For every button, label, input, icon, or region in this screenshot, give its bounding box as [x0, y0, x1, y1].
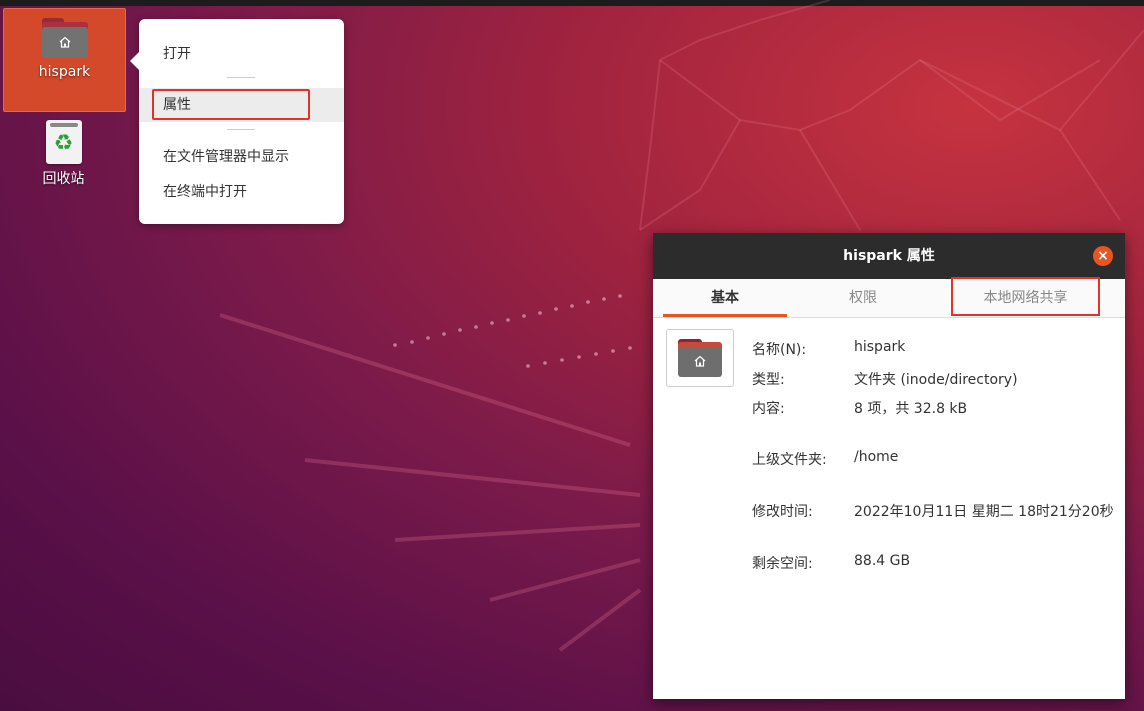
annotation-highlight-network-share: [951, 277, 1100, 316]
context-menu: 打开 属性 在文件管理器中显示 在终端中打开: [130, 19, 344, 224]
modified-value: 2022年10月11日 星期二 18时21分20秒: [854, 504, 1114, 520]
parent-folder-label: 上级文件夹:: [752, 452, 827, 468]
free-space-label: 剩余空间:: [752, 556, 813, 572]
trash-icon: ♻: [45, 120, 82, 164]
window-title: hispark 属性: [653, 233, 1125, 279]
type-label: 类型:: [752, 372, 785, 388]
menu-item-open[interactable]: 打开: [139, 37, 344, 71]
menu-separator: [227, 77, 255, 78]
tab-basic[interactable]: 基本: [663, 279, 787, 317]
properties-window: hispark 属性 × 基本 权限 本地网络共享 名称(N): hispark…: [653, 233, 1125, 699]
home-folder-icon: [41, 18, 88, 58]
home-icon: [59, 36, 70, 48]
contents-value: 8 项，共 32.8 kB: [854, 401, 968, 417]
parent-folder-value: /home: [854, 449, 899, 465]
menu-item-open-in-terminal[interactable]: 在终端中打开: [139, 175, 344, 209]
desktop-icon-hispark[interactable]: hispark: [3, 8, 126, 112]
tab-permissions[interactable]: 权限: [801, 279, 925, 317]
desktop-icon-label: hispark: [38, 64, 91, 80]
desktop-icon-trash[interactable]: ♻ 回收站: [3, 120, 124, 188]
modified-label: 修改时间:: [752, 504, 813, 520]
type-value: 文件夹 (inode/directory): [854, 372, 1018, 388]
folder-preview-icon[interactable]: [666, 329, 734, 387]
close-icon[interactable]: ×: [1093, 246, 1113, 266]
free-space-value: 88.4 GB: [854, 553, 911, 569]
desktop-icon-label: 回收站: [42, 171, 85, 187]
annotation-highlight-properties: [152, 89, 310, 120]
contents-label: 内容:: [752, 401, 785, 417]
context-menu-pointer: [130, 52, 139, 70]
menu-item-show-in-files[interactable]: 在文件管理器中显示: [139, 140, 344, 174]
recycle-icon: ♻: [53, 131, 74, 156]
home-icon: [694, 355, 706, 367]
name-label: 名称(N):: [752, 342, 807, 358]
name-value[interactable]: hispark: [854, 339, 905, 355]
menu-separator: [227, 129, 255, 130]
